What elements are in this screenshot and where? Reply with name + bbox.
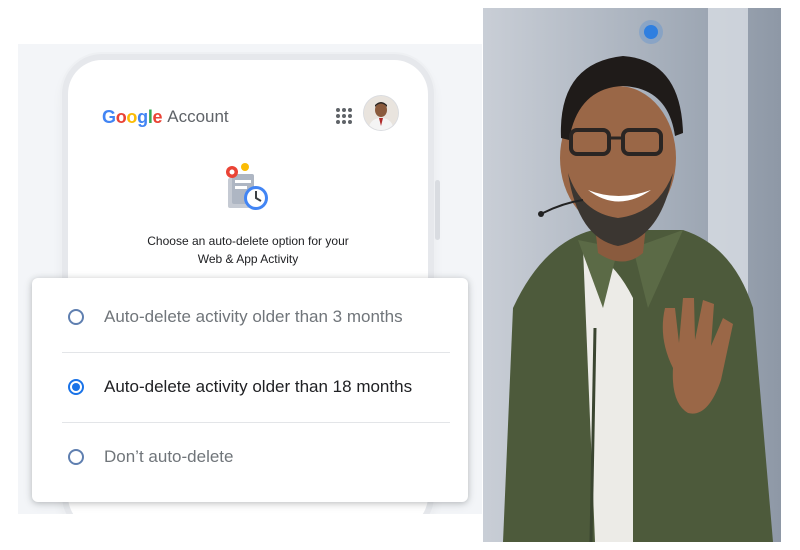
prompt-line-2: Web & App Activity bbox=[197, 252, 299, 266]
speaker-photo bbox=[483, 8, 781, 542]
logo-letter: o bbox=[126, 106, 138, 127]
top-band bbox=[18, 8, 482, 44]
radio-button-checked[interactable] bbox=[68, 379, 84, 395]
radio-button-unchecked[interactable] bbox=[68, 449, 84, 465]
phone-side-button bbox=[435, 180, 440, 240]
option-dont-auto-delete[interactable]: Don’t auto-delete bbox=[32, 422, 468, 492]
apps-grid-icon[interactable] bbox=[336, 108, 352, 124]
logo-letter: e bbox=[152, 106, 163, 127]
radio-button-unchecked[interactable] bbox=[68, 309, 84, 325]
logo-letter: g bbox=[137, 106, 148, 127]
logo-letter: G bbox=[102, 106, 116, 127]
account-header: Google Account bbox=[102, 96, 398, 134]
account-title: Account bbox=[167, 107, 229, 126]
avatar[interactable] bbox=[364, 96, 398, 130]
option-18-months[interactable]: Auto-delete activity older than 18 month… bbox=[32, 352, 468, 422]
logo-letter: o bbox=[115, 106, 127, 127]
auto-delete-options-card: Auto-delete activity older than 3 months… bbox=[32, 278, 468, 502]
option-label: Auto-delete activity older than 3 months bbox=[104, 307, 403, 326]
option-label: Don’t auto-delete bbox=[104, 447, 234, 466]
option-3-months[interactable]: Auto-delete activity older than 3 months bbox=[32, 282, 468, 352]
auto-delete-prompt: Choose an auto-delete option for your We… bbox=[88, 232, 408, 268]
google-logo: Google bbox=[102, 106, 163, 128]
option-label: Auto-delete activity older than 18 month… bbox=[104, 377, 413, 396]
bottom-band bbox=[18, 514, 482, 542]
settings-screenshot-panel: Google Account Choose an auto-delete opt… bbox=[18, 8, 482, 542]
prompt-line-1: Choose an auto-delete option for your bbox=[147, 234, 349, 248]
activity-clock-icon bbox=[218, 158, 282, 222]
